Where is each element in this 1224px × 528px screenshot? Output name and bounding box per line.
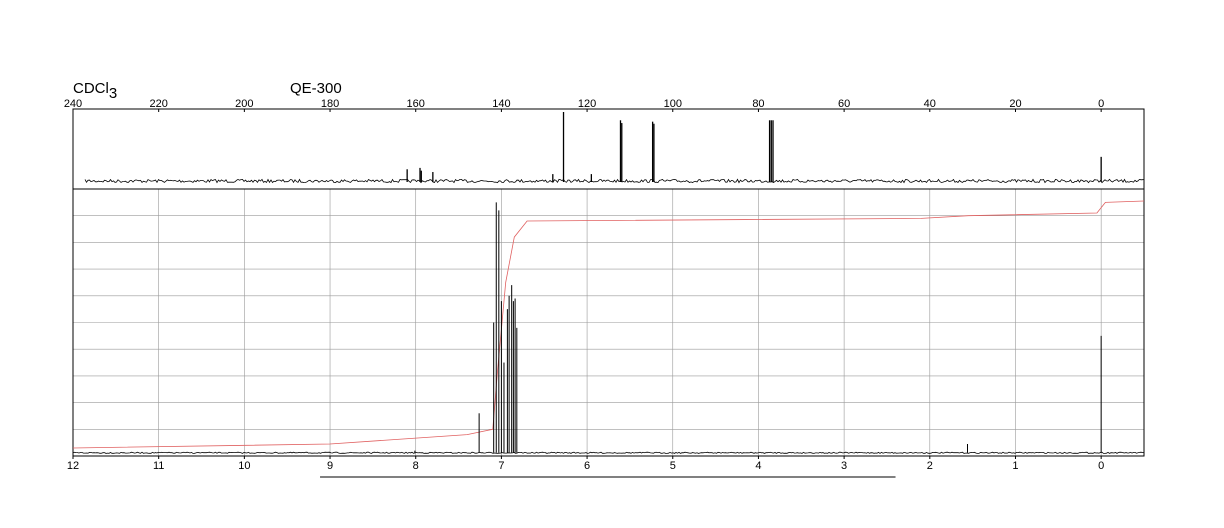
carbon-tick-label: 120	[578, 98, 596, 110]
carbon-tick-labels: 240 220 200 180 160 140 120 100 80 60 40 20 0	[64, 98, 1104, 110]
proton-tick-label: 3	[841, 460, 847, 472]
proton-integral-curve	[72, 200, 1145, 449]
carbon-tick-label: 140	[492, 98, 510, 110]
carbon-spectrum-panel: 240 220 200 180 160 140 120 100 80 60 40 20 0	[64, 98, 1145, 190]
carbon-tick-label: 240	[64, 98, 82, 110]
carbon-peaks	[406, 112, 1102, 182]
carbon-tick-label: 0	[1098, 98, 1104, 110]
proton-grid	[72, 189, 1144, 456]
carbon-tick-label: 80	[752, 98, 764, 110]
carbon-tick-label: 180	[321, 98, 339, 110]
proton-tick-label: 10	[238, 460, 250, 472]
proton-spectrum-panel: 12 11 10 9 8 7 6 5 4 3 2 1 0	[67, 188, 1145, 478]
nmr-spectra-figure: CDCl3 QE-300 240 220 200 180 160 140 120 100 80 6…	[64, 80, 1145, 478]
carbon-tick-label: 20	[1009, 98, 1021, 110]
carbon-tick-label: 40	[924, 98, 936, 110]
proton-tick-label: 0	[1098, 460, 1104, 472]
solvent-subscript: 3	[109, 85, 117, 102]
proton-tick-label: 11	[153, 460, 164, 472]
proton-peaks	[414, 202, 1102, 453]
carbon-tick-label: 160	[407, 98, 425, 110]
solvent-name: CDCl	[73, 80, 109, 97]
proton-tick-label: 1	[1012, 460, 1018, 472]
proton-tick-label: 6	[584, 460, 590, 472]
instrument-label: QE-300	[290, 80, 342, 97]
proton-tick-label: 9	[327, 460, 333, 472]
proton-tick-labels: 12 11 10 9 8 7 6 5 4 3 2 1 0	[67, 460, 1104, 472]
carbon-tick-label: 220	[150, 98, 168, 110]
carbon-tick-label: 60	[838, 98, 850, 110]
proton-tick-label: 8	[413, 460, 419, 472]
carbon-spectrum-trace	[84, 178, 1145, 184]
proton-tick-label: 4	[755, 460, 761, 472]
proton-tick-label: 12	[67, 460, 79, 472]
carbon-tick-label: 100	[664, 98, 682, 110]
carbon-plot-frame	[72, 108, 1145, 190]
proton-spectrum-trace	[72, 451, 1144, 454]
proton-tick-label: 7	[498, 460, 504, 472]
proton-tick-label: 5	[670, 460, 676, 472]
proton-tick-label: 2	[927, 460, 933, 472]
carbon-tick-label: 200	[235, 98, 253, 110]
